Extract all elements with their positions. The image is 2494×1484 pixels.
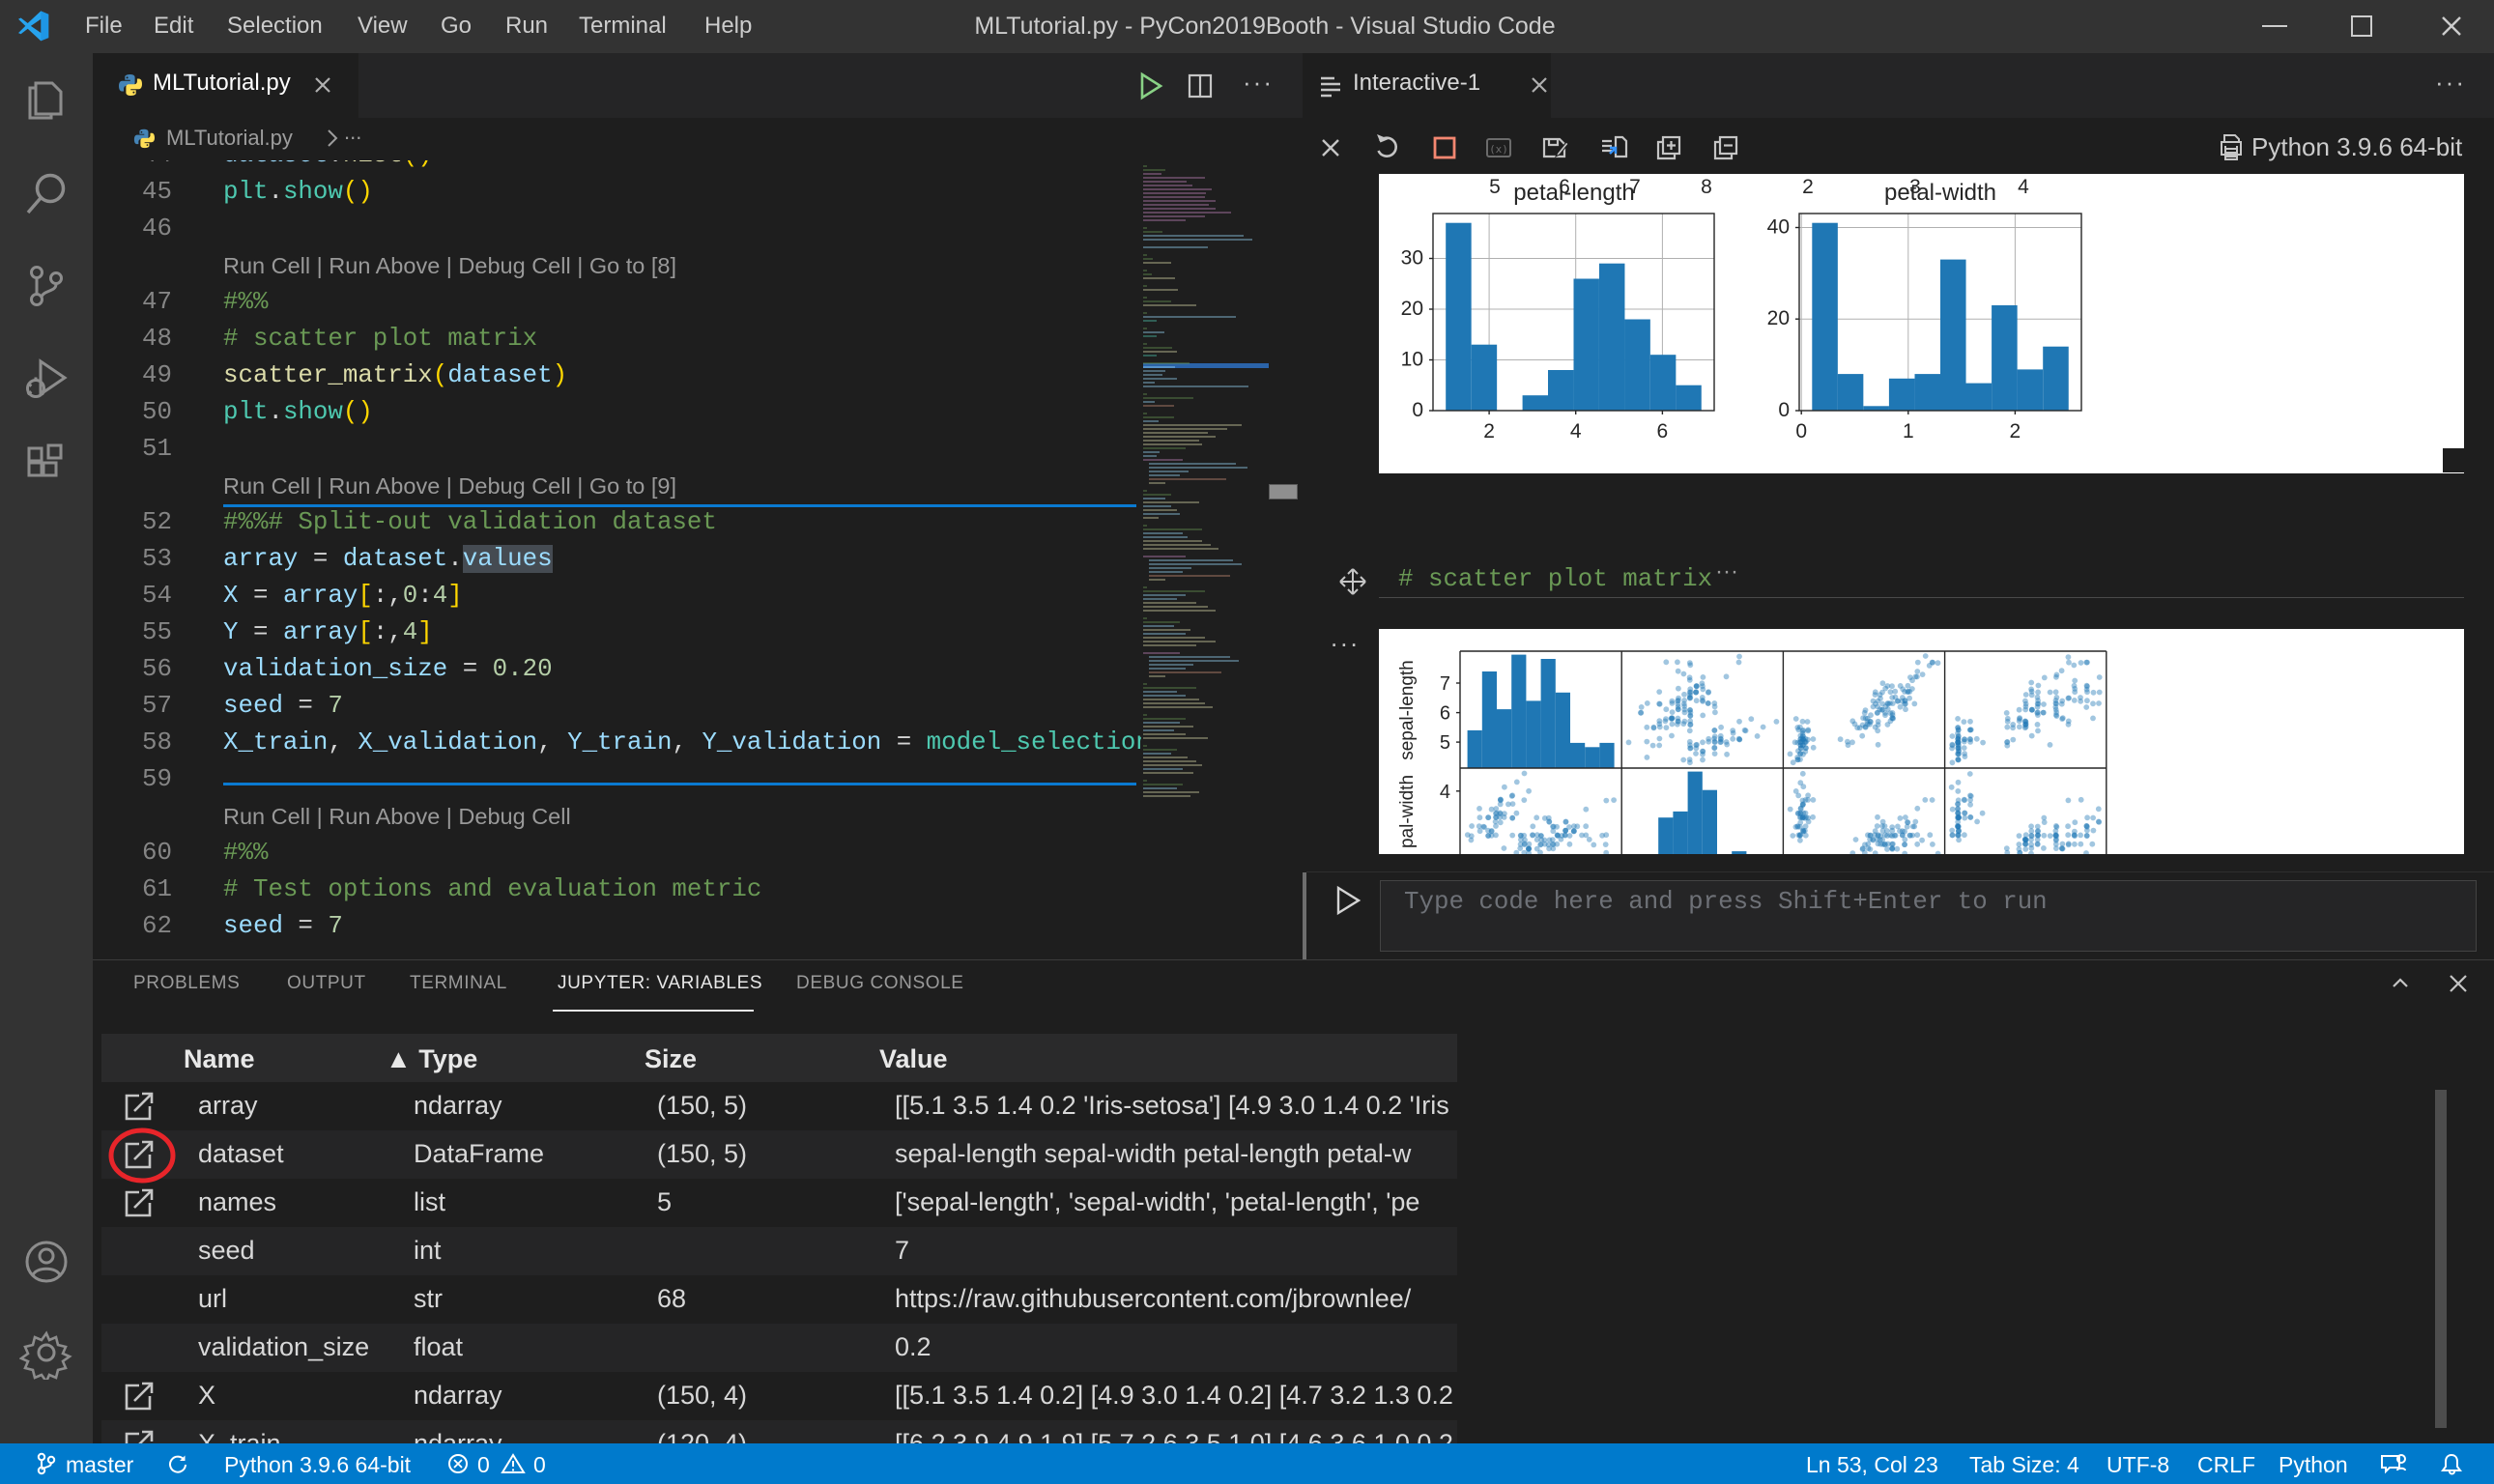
svg-text:petal-width: petal-width bbox=[1884, 180, 1996, 206]
svg-text:7: 7 bbox=[1440, 673, 1450, 695]
svg-text:20: 20 bbox=[1401, 298, 1423, 320]
svg-text:petal-length: petal-length bbox=[1513, 180, 1634, 206]
svg-text:6: 6 bbox=[1657, 420, 1669, 442]
svg-text:5: 5 bbox=[1440, 732, 1450, 754]
svg-text:4: 4 bbox=[1440, 782, 1450, 803]
svg-text:40: 40 bbox=[1767, 216, 1790, 239]
svg-text:10: 10 bbox=[1401, 349, 1423, 371]
svg-text:0: 0 bbox=[1412, 399, 1423, 421]
svg-text:30: 30 bbox=[1401, 247, 1423, 270]
svg-text:2: 2 bbox=[1483, 420, 1495, 442]
svg-text:20: 20 bbox=[1767, 307, 1790, 329]
svg-text:2: 2 bbox=[2010, 420, 2021, 442]
svg-text:3: 3 bbox=[1909, 177, 1921, 198]
svg-text:5: 5 bbox=[1489, 177, 1501, 198]
svg-text:1: 1 bbox=[1903, 420, 1914, 442]
svg-text:sepal-length: sepal-length bbox=[1397, 660, 1418, 760]
svg-text:pal-width: pal-width bbox=[1397, 775, 1418, 848]
svg-text:6: 6 bbox=[1559, 177, 1570, 198]
svg-text:(x): (x) bbox=[1489, 143, 1508, 156]
svg-text:4: 4 bbox=[1570, 420, 1582, 442]
svg-text:8: 8 bbox=[1701, 177, 1712, 198]
svg-text:6: 6 bbox=[1440, 703, 1450, 725]
svg-text:7: 7 bbox=[1629, 177, 1641, 198]
svg-text:0: 0 bbox=[1778, 399, 1790, 421]
svg-text:2: 2 bbox=[1802, 177, 1814, 198]
svg-text:0: 0 bbox=[1795, 420, 1807, 442]
svg-text:4: 4 bbox=[2018, 177, 2029, 198]
